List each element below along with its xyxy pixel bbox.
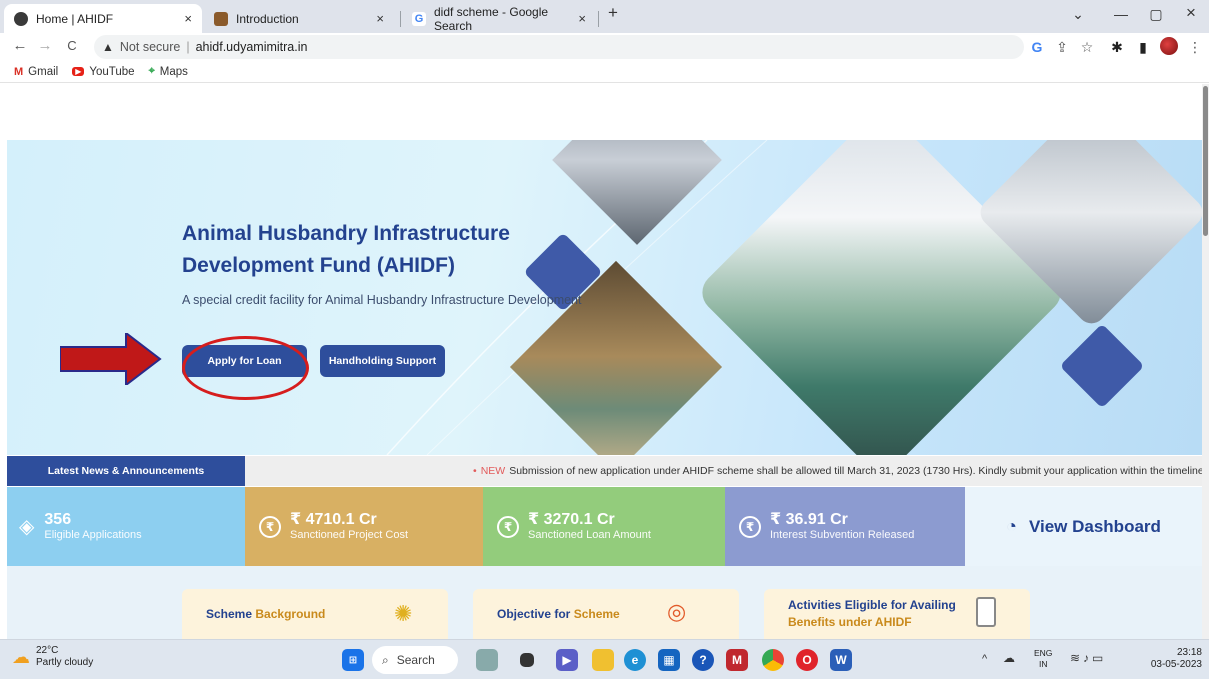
not-secure-warning-icon[interactable]: ▲ [102, 40, 114, 54]
side-panel-icon[interactable]: ▮ [1133, 39, 1153, 56]
share-icon[interactable]: ⇪ [1052, 39, 1072, 56]
target-icon: ◎ [667, 599, 687, 624]
news-text[interactable]: Submission of new application under AHID… [509, 465, 1202, 477]
hero-subtitle: A special credit facility for Animal Hus… [182, 293, 582, 307]
stat-sanctioned-project-cost: ₹ ₹ 4710.1 Cr Sanctioned Project Cost [245, 487, 483, 566]
bookmark-gmail[interactable]: M Gmail [14, 66, 58, 78]
stat-eligible-applications: ◈ 356 Eligible Applications [7, 487, 245, 566]
language-indicator[interactable]: ENG IN [1034, 648, 1052, 670]
rupee-icon: ₹ [259, 515, 281, 538]
news-label: Latest News & Announcements [7, 456, 245, 486]
bookmark-maps[interactable]: ⌖ Maps [149, 65, 188, 78]
file-explorer-icon[interactable] [592, 649, 614, 671]
clock[interactable]: 23:18 03-05-2023 [1148, 647, 1202, 671]
maximize-icon[interactable]: ▢ [1141, 6, 1171, 23]
partly-cloudy-icon: ☁ [12, 646, 30, 667]
tab-title: Introduction [236, 11, 299, 26]
hero-title: Animal Husbandry Infrastructure Developm… [182, 222, 510, 277]
close-window-icon[interactable]: × [1176, 3, 1206, 23]
card-objective-scheme[interactable]: Objective for Scheme ◎ [473, 589, 739, 639]
profile-avatar[interactable] [1160, 37, 1178, 55]
mcafee-icon[interactable]: M [726, 649, 748, 671]
layers-icon: ◈ [19, 516, 35, 538]
show-hidden-icons[interactable]: ^ [982, 653, 987, 665]
annotation-arrow-icon [60, 333, 162, 385]
hero-banner: Animal Husbandry Infrastructure Developm… [7, 140, 1202, 455]
teams-icon[interactable]: ▶ [556, 649, 578, 671]
ahidf-favicon-icon [14, 11, 28, 26]
store-icon[interactable]: ▦ [658, 649, 680, 671]
tab-introduction[interactable]: Introduction × [204, 4, 394, 33]
widget-app-icon[interactable] [476, 649, 498, 671]
stat-sanctioned-loan-amount: ₹ ₹ 3270.1 Cr Sanctioned Loan Amount [483, 487, 725, 566]
news-ticker[interactable]: • NEW Submission of new application unde… [245, 456, 1202, 486]
extensions-icon[interactable]: ✱ [1107, 39, 1127, 56]
browser-toolbar: ← → C ▲ Not secure | ahidf.udyamimitra.i… [0, 33, 1209, 61]
minimize-icon[interactable]: — [1106, 6, 1136, 22]
task-view-icon[interactable] [520, 653, 534, 667]
word-icon[interactable]: W [830, 649, 852, 671]
reload-icon[interactable]: C [62, 38, 82, 53]
tab-google-search[interactable]: G didf scheme - Google Search × [402, 4, 596, 33]
tab-title: Home | AHIDF [36, 11, 114, 26]
browser-tab-strip: Home | AHIDF × Introduction × G didf sch… [0, 0, 1209, 33]
close-tab-icon[interactable]: × [578, 11, 586, 26]
tab-search-dropdown-icon[interactable]: ⌄ [1063, 6, 1093, 23]
bookmark-star-icon[interactable]: ☆ [1077, 39, 1097, 56]
onedrive-icon[interactable]: ☁ [1003, 651, 1015, 665]
tab-title: didf scheme - Google Search [434, 4, 549, 33]
google-lens-icon[interactable]: G [1027, 39, 1047, 55]
view-dashboard-button[interactable]: ◔ View Dashboard [965, 487, 1202, 566]
bookmarks-bar: M Gmail ▶ YouTube ⌖ Maps [0, 61, 1209, 83]
security-status: Not secure [119, 40, 181, 54]
chrome-icon[interactable] [762, 649, 784, 671]
introduction-favicon-icon [214, 11, 228, 26]
annotation-highlight-ellipse [182, 336, 309, 400]
new-tab-button[interactable]: + [598, 3, 628, 23]
url-text: ahidf.udyamimitra.in [195, 40, 308, 54]
search-icon: ⌕ [382, 652, 389, 667]
windows-taskbar: ☁ 22°C Partly cloudy ⊞ ⌕ Search ▶ e ▦ ? … [0, 639, 1209, 679]
bookmark-youtube[interactable]: ▶ YouTube [72, 66, 135, 78]
tab-home-ahidf[interactable]: Home | AHIDF × [4, 4, 202, 33]
address-bar[interactable]: ▲ Not secure | ahidf.udyamimitra.in [94, 35, 1024, 59]
weather-widget[interactable]: ☁ 22°C Partly cloudy [12, 645, 93, 669]
close-tab-icon[interactable]: × [376, 11, 384, 26]
rupee-icon: ₹ [497, 515, 519, 538]
new-badge: NEW [480, 465, 506, 477]
clipboard-icon [976, 597, 996, 627]
help-icon[interactable]: ? [692, 649, 714, 671]
back-icon[interactable]: ← [10, 37, 30, 54]
lightbulb-icon: ✺ [394, 601, 413, 626]
opera-icon[interactable]: O [796, 649, 818, 671]
start-windows-icon[interactable]: ⊞ [342, 649, 364, 671]
taskbar-search-box[interactable]: ⌕ Search [372, 646, 458, 674]
scrollbar-thumb[interactable] [1203, 86, 1208, 236]
card-scheme-background[interactable]: Scheme Background ✺ [182, 589, 448, 639]
rupee-icon: ₹ [739, 515, 761, 538]
stat-interest-subvention: ₹ ₹ 36.91 Cr Interest Subvention Released [725, 487, 965, 566]
edge-icon[interactable]: e [624, 649, 646, 671]
handholding-support-button[interactable]: Handholding Support [320, 345, 445, 377]
card-eligible-activities[interactable]: Activities Eligible for Availing Benefit… [764, 589, 1030, 639]
close-tab-icon[interactable]: × [184, 11, 192, 26]
chrome-menu-icon[interactable]: ⋮ [1185, 39, 1205, 56]
youtube-icon: ▶ [72, 67, 85, 76]
google-favicon-icon: G [412, 11, 426, 26]
maps-icon: ⌖ [148, 65, 155, 77]
dashboard-gauge-icon: ◔ [1006, 516, 1017, 536]
network-volume-battery-icons[interactable]: ≋♪▭ [1070, 651, 1106, 665]
gmail-icon: M [14, 65, 24, 78]
forward-icon[interactable]: → [35, 37, 55, 54]
